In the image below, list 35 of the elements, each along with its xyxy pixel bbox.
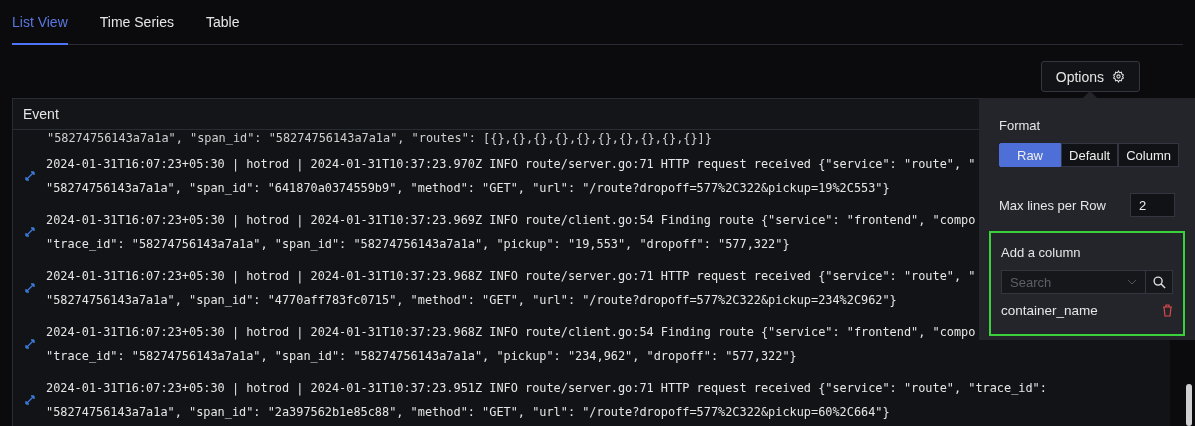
options-button[interactable]: Options — [1040, 61, 1140, 92]
log-line: "58274756143a7a1a", "span_id": "2a397562b1e85c88", "method": "GET", "url": "/route?dropoff=577%2C322&pickup=60%2C664"} — [46, 404, 891, 421]
chevron-down-icon — [1127, 279, 1137, 285]
expand-icon[interactable] — [24, 395, 35, 405]
log-line: "trace_id": "58274756143a7a1a", "span_id": "58274756143a7a1a", "pickup": "19,553", "dropoff": "577,322"} — [46, 236, 791, 253]
view-tab[interactable]: Table — [205, 0, 240, 45]
expand-icon[interactable] — [24, 339, 35, 349]
expand-icon[interactable] — [24, 171, 35, 181]
format-option[interactable]: Column — [1118, 143, 1179, 167]
log-line: "trace_id": "58274756143a7a1a", "span_id": "58274756143a7a1a", "pickup": "234,962", "dropoff": "577,322"} — [46, 348, 798, 365]
view-tab[interactable]: List View — [12, 0, 68, 45]
view-tab[interactable]: Time Series — [99, 0, 174, 45]
log-line: "58274756143a7a1a", "span_id": "641870a0374559b9", "method": "GET", "url": "/route?dropoff=577%2C322&pickup=19%2C553"} — [46, 180, 891, 197]
log-line: 2024-01-31T16:07:23+05:30 | hotrod | 2024-01-31T10:37:23.970Z INFO route/server.go:71 HTTP request received {"service": "route", " — [46, 156, 976, 174]
search-icon — [1152, 275, 1166, 289]
expand-icon[interactable] — [24, 227, 35, 237]
settings-icon — [1112, 70, 1125, 83]
log-line: 2024-01-31T16:07:23+05:30 | hotrod | 2024-01-31T10:37:23.968Z INFO route/server.go:71 HTTP request received {"service": "route", " — [46, 268, 976, 286]
add-column-label: Add a column — [1001, 245, 1082, 260]
max-lines-label: Max lines per Row — [999, 197, 1106, 213]
search-placeholder: Search — [1010, 274, 1052, 290]
scrollbar[interactable] — [1186, 384, 1192, 426]
log-line: 2024-01-31T16:07:23+05:30 | hotrod | 2024-01-31T10:37:23.969Z INFO route/client.go:54 Finding route {"service": "frontend", "compo — [46, 212, 976, 230]
expand-icon[interactable] — [24, 283, 35, 293]
format-option[interactable]: Raw — [999, 143, 1061, 167]
log-line: "58274756143a7a1a", "span_id": "58274756143a7a1a", "routes": [{},{},{},{},{},{},{},{},{},{}]} — [47, 132, 712, 144]
log-line: 2024-01-31T16:07:23+05:30 | hotrod | 2024-01-31T10:37:23.968Z INFO route/client.go:54 Finding route {"service": "frontend", "compo — [46, 324, 976, 342]
search-button[interactable] — [1146, 270, 1173, 294]
column-name: container_name — [1001, 303, 1098, 318]
format-label: Format — [999, 118, 1042, 133]
log-line: "58274756143a7a1a", "span_id": "4770aff783fc0715", "method": "GET", "url": "/route?dropoff=577%2C322&pickup=234%2C962"} — [46, 292, 898, 309]
format-option[interactable]: Default — [1061, 143, 1119, 167]
trash-icon[interactable] — [1162, 304, 1173, 317]
log-line: 2024-01-31T16:07:23+05:30 | hotrod | 2024-01-31T10:37:23.951Z INFO route/server.go:71 HTTP request received {"service": "route", "trace_id": — [46, 380, 1047, 398]
max-lines-field[interactable]: 2 — [1130, 193, 1175, 217]
